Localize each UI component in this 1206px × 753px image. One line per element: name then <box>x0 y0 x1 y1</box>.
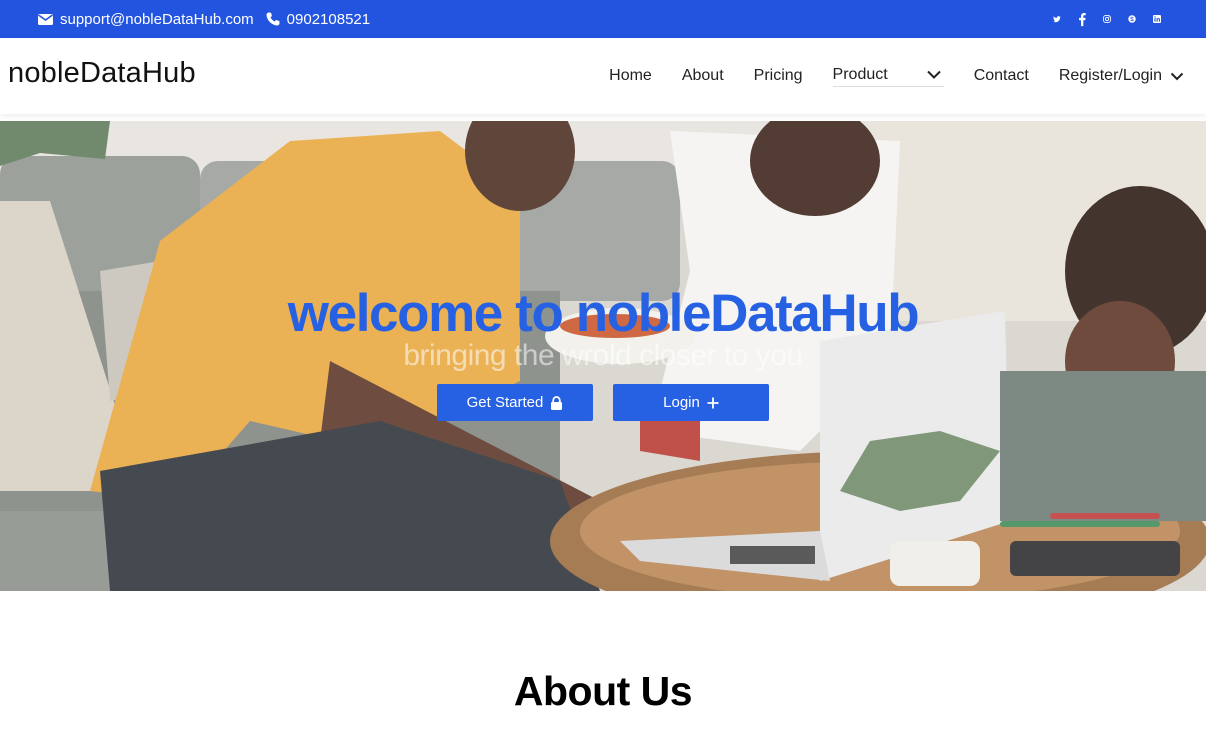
nav-contact-label: Contact <box>973 67 1029 84</box>
about-heading: About Us <box>513 668 693 714</box>
nav-contact[interactable]: Contact <box>974 67 1029 85</box>
linkedin-icon[interactable] <box>1153 12 1168 27</box>
main-navbar: nobleDataHub Home About Pricing Product … <box>0 38 1206 114</box>
nav-product-dropdown[interactable]: Product <box>832 65 944 87</box>
get-started-label: Get Started <box>466 394 544 411</box>
nav-pricing-label: Pricing <box>753 67 803 84</box>
nav-product-label: Product <box>832 65 888 83</box>
nav-home[interactable]: Home <box>609 67 652 85</box>
nav-register-login-dropdown[interactable]: Register/Login <box>1059 67 1184 85</box>
nav-about[interactable]: About <box>682 67 724 85</box>
envelope-icon <box>38 13 53 25</box>
email-text: support@nobleDataHub.com <box>60 10 254 28</box>
login-label: Login <box>663 394 700 411</box>
nav-register-login-label: Register/Login <box>1058 67 1162 84</box>
skype-icon[interactable] <box>1128 12 1143 27</box>
nav-pricing[interactable]: Pricing <box>754 67 803 85</box>
social-links <box>1053 0 1168 38</box>
chevron-down-icon <box>926 70 941 79</box>
lock-icon <box>551 395 563 410</box>
phone-icon <box>266 12 280 26</box>
phone-text: 0902108521 <box>286 10 371 28</box>
hero-section: welcome to nobleDataHub bringing the wro… <box>0 121 1206 591</box>
nav-about-label: About <box>681 67 724 84</box>
nav-menu: Home About Pricing Product Contact Regis… <box>579 38 1184 114</box>
login-button[interactable]: Login <box>613 384 769 421</box>
plus-icon <box>707 397 719 408</box>
chevron-down-icon <box>1170 72 1184 80</box>
nav-home-label: Home <box>609 67 652 84</box>
hero-title: welcome to nobleDataHub <box>287 284 920 343</box>
hero-subtitle: bringing the wrold closer to you <box>403 339 803 372</box>
brand-logo[interactable]: nobleDataHub <box>8 57 196 90</box>
twitter-icon[interactable] <box>1053 12 1068 27</box>
instagram-icon[interactable] <box>1103 12 1118 27</box>
facebook-icon[interactable] <box>1078 12 1093 27</box>
top-contact-bar: support@nobleDataHub.com 0902108521 <box>0 0 1206 38</box>
email-contact[interactable]: support@nobleDataHub.com <box>38 11 254 28</box>
phone-contact[interactable]: 0902108521 <box>266 11 370 28</box>
get-started-button[interactable]: Get Started <box>437 384 593 421</box>
